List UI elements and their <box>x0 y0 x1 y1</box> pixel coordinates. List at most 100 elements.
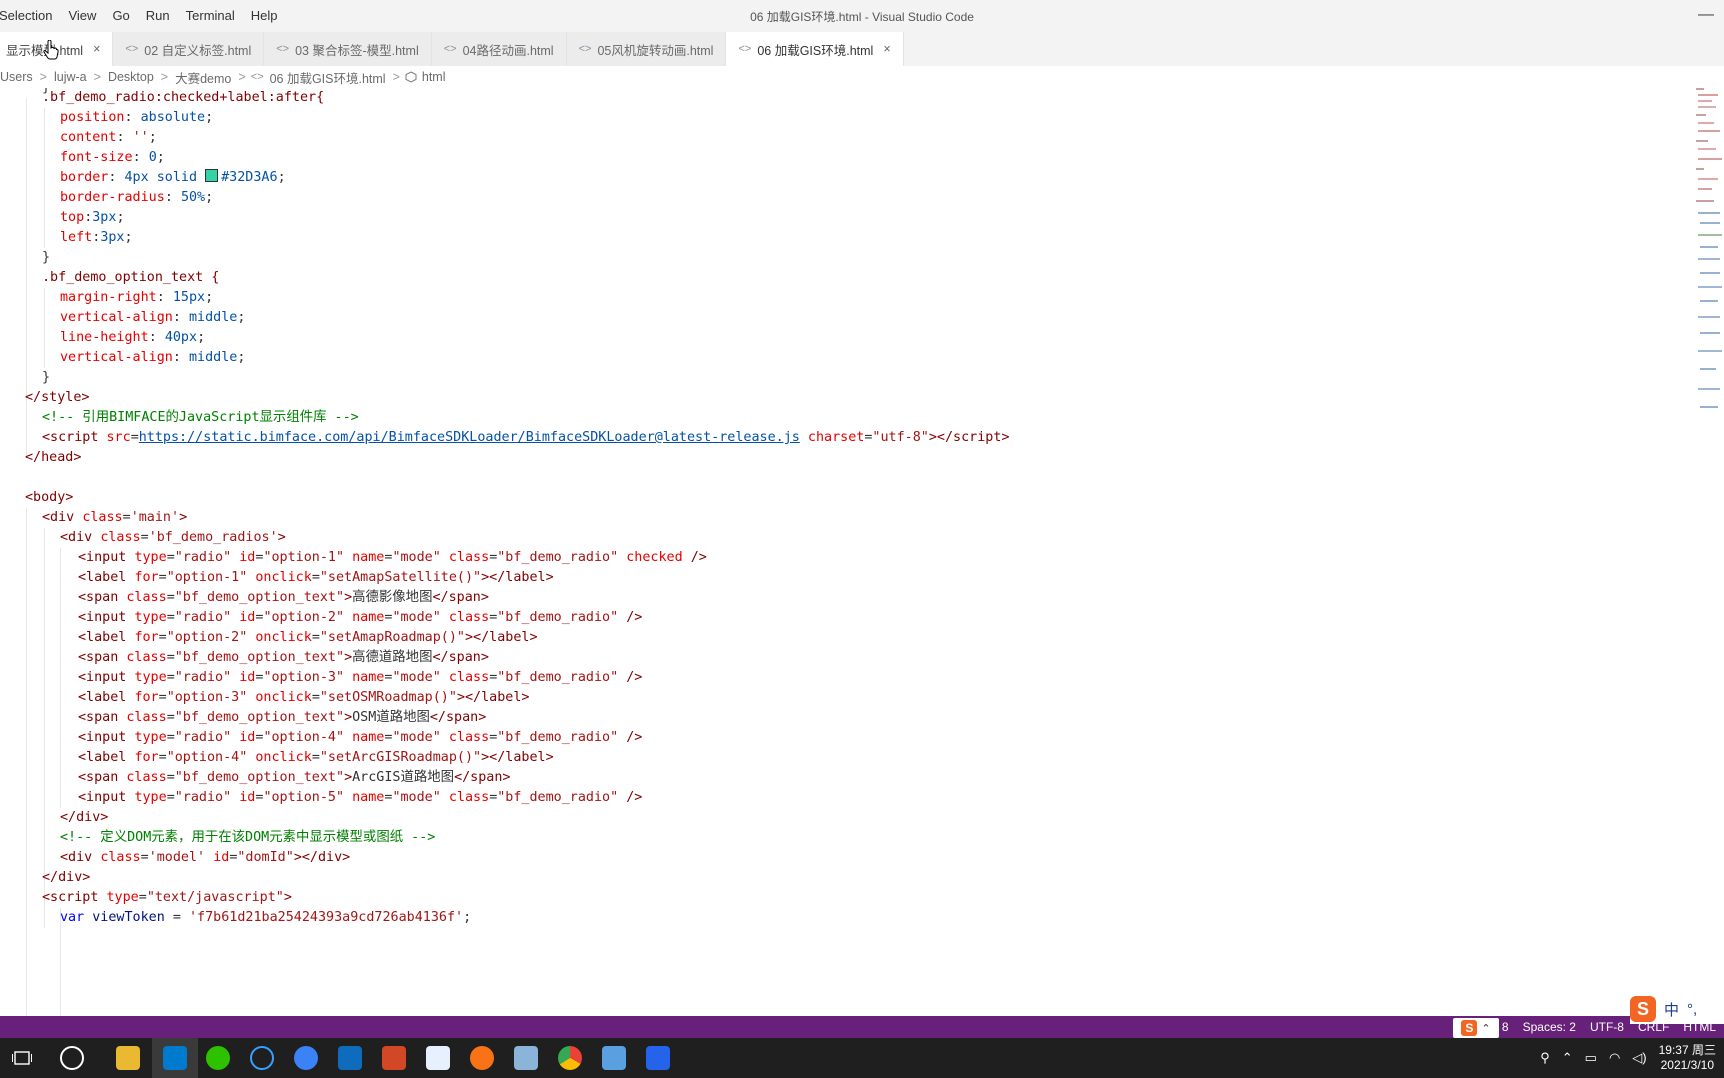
sogou-logo-icon: S <box>1630 996 1656 1022</box>
breadcrumb-element[interactable]: html <box>420 70 448 84</box>
html-file-icon: <> <box>250 71 264 83</box>
battery-icon[interactable]: ▭ <box>1585 1050 1597 1066</box>
ime-punctuation-indicator[interactable]: °, <box>1687 1001 1697 1018</box>
people-icon[interactable]: ⚲ <box>1540 1050 1550 1066</box>
sdk-url-link[interactable]: https://static.bimface.com/api/BimfaceSD… <box>139 430 800 445</box>
code-line: <label for="option-4" onclick="setArcGIS… <box>78 750 554 765</box>
code-line: <body> <box>25 490 74 505</box>
code-line: <input type="radio" id="option-1" name="… <box>78 550 707 565</box>
code-line: <span class="bf_demo_option_text">OSM道路地… <box>78 710 487 725</box>
code-line: position: absolute; <box>60 110 214 125</box>
vscode-icon[interactable] <box>163 1046 187 1070</box>
tab-gis[interactable]: <> 06 加载GIS环境.html × <box>726 32 904 66</box>
photos-app-icon[interactable] <box>646 1046 670 1070</box>
title-bar: Selection View Go Run Terminal Help 06 加… <box>0 0 1724 30</box>
code-line: <span class="bf_demo_option_text">ArcGIS… <box>78 770 511 785</box>
indent-guide <box>44 288 45 368</box>
tab-cluster-label[interactable]: <> 03 聚合标签-模型.html <box>264 32 432 66</box>
code-line: top:3px; <box>60 210 125 225</box>
html-file-icon: <> <box>276 43 290 55</box>
breadcrumb-separator: > <box>238 70 246 84</box>
breadcrumb-file[interactable]: 06 加载GIS环境.html <box>268 68 388 87</box>
code-line: <label for="option-1" onclick="setAmapSa… <box>78 570 554 585</box>
code-line: border: 4px solid #32D3A6; <box>60 169 286 185</box>
close-icon[interactable]: × <box>93 42 100 56</box>
code-line: margin-right: 15px; <box>60 290 214 305</box>
breadcrumb-desktop[interactable]: Desktop <box>106 70 156 84</box>
swirl-app-icon[interactable] <box>60 1046 84 1070</box>
status-indentation[interactable]: Spaces: 2 <box>1523 1020 1576 1034</box>
code-line: </style> <box>25 390 90 405</box>
file-explorer-icon[interactable] <box>116 1046 140 1070</box>
html-file-icon: <> <box>738 43 752 55</box>
tab-label: 05风机旋转动画.html <box>597 43 714 58</box>
orange-app-icon[interactable] <box>470 1046 494 1070</box>
chrome-icon[interactable] <box>558 1046 582 1070</box>
code-line: left:3px; <box>60 230 133 245</box>
breadcrumb-folder[interactable]: 大赛demo <box>173 68 233 87</box>
code-line: <input type="radio" id="option-5" name="… <box>78 790 643 805</box>
tab-path-animation[interactable]: <> 04路径动画.html <box>431 32 567 66</box>
bird-app-icon[interactable] <box>294 1046 318 1070</box>
ime-toolbar[interactable]: S 中 °, <box>1630 994 1724 1024</box>
chevron-up-icon[interactable]: ⌃ <box>1562 1050 1573 1066</box>
code-line: <span class="bf_demo_option_text">高德道路地图… <box>78 650 489 665</box>
code-line: content: ''; <box>60 130 157 145</box>
tab-label: 06 加载GIS环境.html <box>757 43 874 58</box>
breadcrumb-users[interactable]: Users <box>0 70 35 84</box>
tab-fan-animation[interactable]: <> 05风机旋转动画.html <box>566 32 727 66</box>
tab-custom-label[interactable]: <> 02 自定义标签.html <box>113 32 265 66</box>
color-swatch[interactable] <box>205 169 219 182</box>
code-line: <script type="text/javascript"> <box>42 890 292 905</box>
code-line: vertical-align: middle; <box>60 350 246 365</box>
code-line: font-size: 0; <box>60 150 165 165</box>
breadcrumb-separator: > <box>93 70 101 84</box>
ime-tray-overlay[interactable]: S ⌃ <box>1453 1018 1499 1038</box>
code-line: <input type="radio" id="option-2" name="… <box>78 610 643 625</box>
taskbar: ⚲ ⌃ ▭ ◠ ◁) 19:37 周三 2021/3/10 <box>0 1038 1724 1078</box>
ime-mode-indicator[interactable]: 中 <box>1664 999 1679 1020</box>
powerpoint-icon[interactable] <box>382 1046 406 1070</box>
code-line: .bf_demo_radio:checked+label:after{ <box>42 90 325 105</box>
code-line: <div class='bf_demo_radios'> <box>60 530 286 545</box>
code-line: <!-- 引用BIMFACE的JavaScript显示组件库 --> <box>42 410 359 425</box>
code-editor[interactable]: } .bf_demo_radio:checked+label:after{ po… <box>0 88 1690 1016</box>
notepad-app-icon[interactable] <box>514 1046 538 1070</box>
code-line: <!-- 定义DOM元素，用于在该DOM元素中显示模型或图纸 --> <box>60 830 436 845</box>
code-line: var viewToken = 'f7b61d21ba25424393a9cd7… <box>60 910 472 925</box>
code-line: <input type="radio" id="option-4" name="… <box>78 730 643 745</box>
indent-guide <box>26 508 27 1016</box>
indent-guide <box>44 108 45 248</box>
code-line: line-height: 40px; <box>60 330 206 345</box>
code-line: </div> <box>42 870 91 885</box>
tab-label: 04路径动画.html <box>462 43 554 58</box>
volume-icon[interactable]: ◁) <box>1632 1050 1646 1066</box>
window-title: 06 加载GIS环境.html - Visual Studio Code <box>750 10 974 24</box>
indent-guide <box>60 548 61 808</box>
sogou-logo-icon: S <box>1461 1020 1478 1036</box>
code-line: <span class="bf_demo_option_text">高德影像地图… <box>78 590 489 605</box>
code-line: <script src=https://static.bimface.com/a… <box>42 430 1010 445</box>
tab-label: 03 聚合标签-模型.html <box>295 43 419 58</box>
clock[interactable]: 19:37 周三 2021/3/10 <box>1659 1043 1716 1073</box>
close-icon[interactable]: × <box>883 42 890 56</box>
network-app-icon[interactable] <box>426 1046 450 1070</box>
html-file-icon: <> <box>125 43 139 55</box>
mouse-pointer-icon <box>43 40 59 60</box>
wechat-icon[interactable] <box>206 1046 230 1070</box>
breadcrumb: Users > lujw-a > Desktop > 大赛demo > <> 0… <box>0 66 1724 88</box>
outlook-icon[interactable] <box>338 1046 362 1070</box>
code-line: </div> <box>60 810 109 825</box>
wifi-icon[interactable]: ◠ <box>1609 1050 1620 1066</box>
minimap[interactable] <box>1696 88 1722 418</box>
breadcrumb-separator: > <box>392 70 400 84</box>
html-file-icon: <> <box>578 43 592 55</box>
minimize-button[interactable]: — <box>1698 6 1714 24</box>
status-encoding[interactable]: UTF-8 <box>1590 1020 1624 1034</box>
code-line: <div class='model' id="domId"></div> <box>60 850 351 865</box>
search-app-icon[interactable] <box>250 1046 274 1070</box>
task-view-icon[interactable] <box>12 1049 32 1067</box>
breadcrumb-user[interactable]: lujw-a <box>52 70 89 84</box>
editor-tabs: 显示模型.html × <> 02 自定义标签.html <> 03 聚合标签-… <box>0 30 1724 66</box>
control-panel-icon[interactable] <box>602 1046 626 1070</box>
